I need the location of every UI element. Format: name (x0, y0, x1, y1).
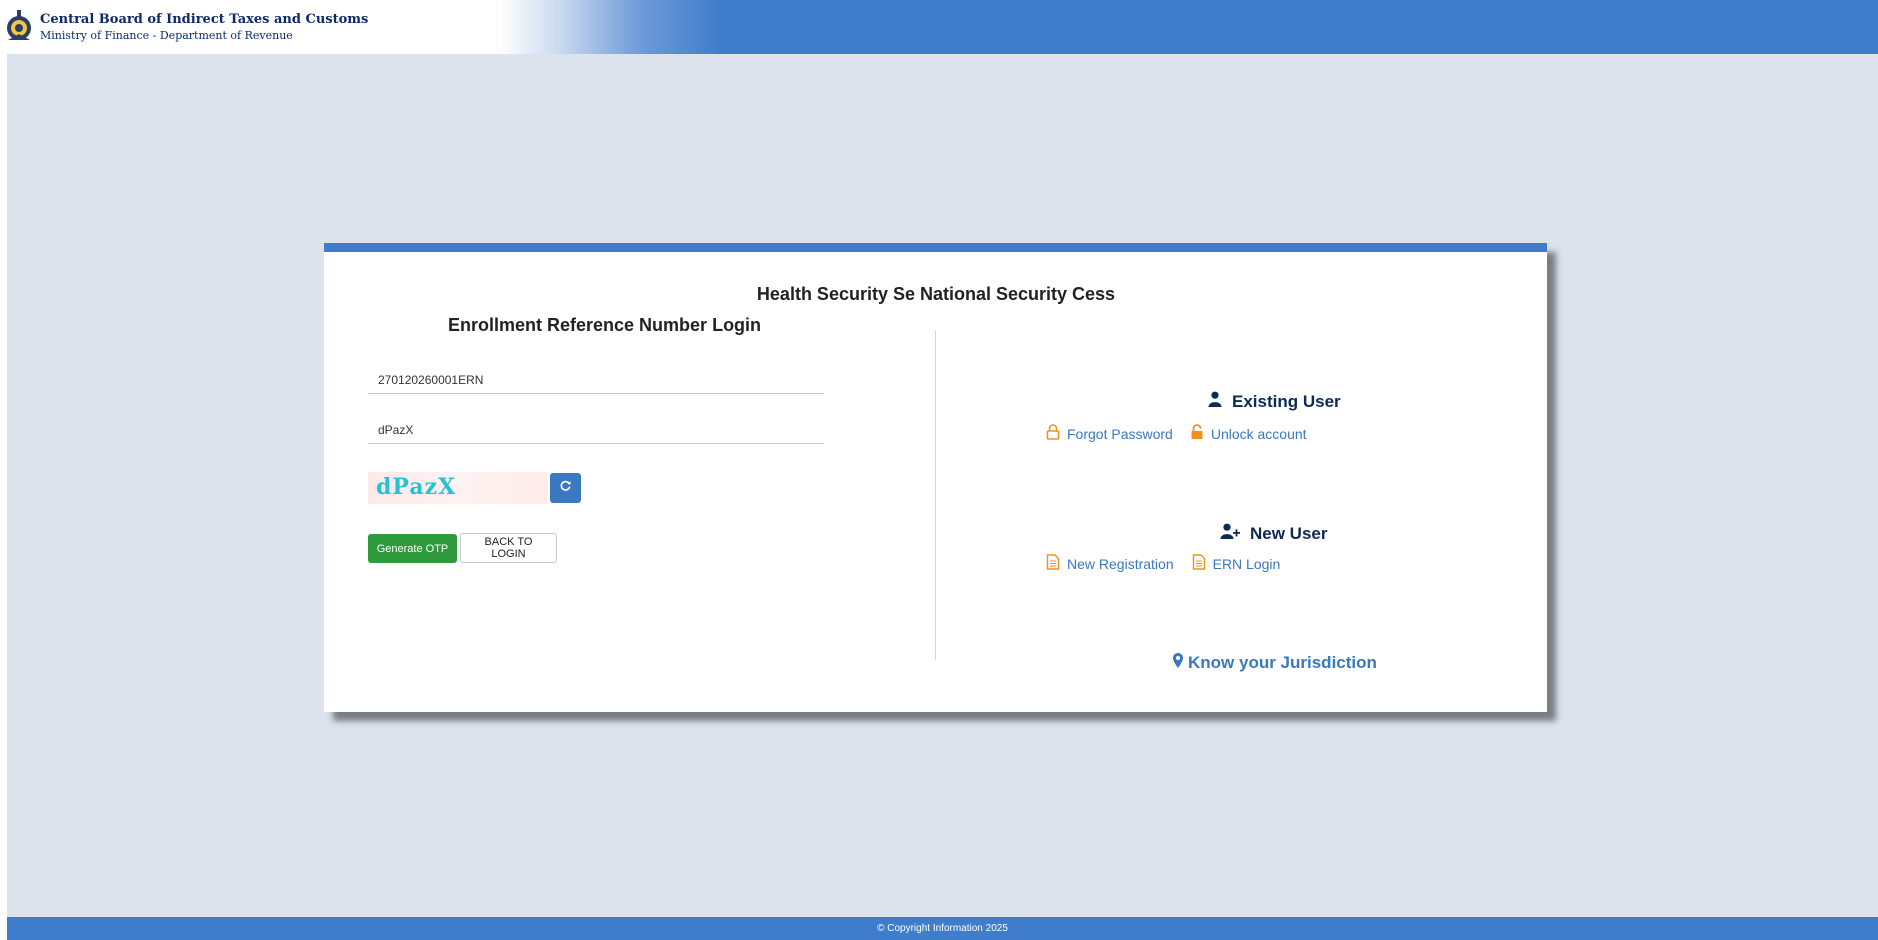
new-registration-label: New Registration (1067, 555, 1174, 572)
document-icon (1046, 554, 1060, 573)
org-subtitle: Ministry of Finance - Department of Reve… (40, 29, 293, 42)
generate-otp-button[interactable]: Generate OTP (368, 534, 457, 563)
forgot-password-label: Forgot Password (1067, 425, 1173, 442)
ern-login-link[interactable]: ERN Login (1192, 554, 1281, 573)
window-left-edge (0, 0, 7, 940)
existing-user-heading: Existing User (1208, 391, 1341, 412)
new-user-title: New User (1250, 523, 1328, 543)
ern-field (368, 369, 824, 394)
user-icon (1208, 391, 1222, 412)
captcha-input[interactable] (368, 419, 818, 441)
unlock-icon (1190, 424, 1204, 443)
know-your-jurisdiction-link[interactable]: Know your Jurisdiction (1173, 653, 1377, 673)
captcha-image: dPazX (368, 472, 548, 504)
ern-login-title: Enrollment Reference Number Login (448, 315, 762, 335)
ern-input[interactable] (368, 369, 818, 391)
new-registration-link[interactable]: New Registration (1046, 554, 1174, 573)
captcha-image-text: dPazX (376, 474, 457, 500)
jurisdiction-label: Know your Jurisdiction (1188, 653, 1377, 672)
unlock-account-link[interactable]: Unlock account (1190, 424, 1307, 443)
lock-icon (1046, 424, 1060, 443)
site-header: Central Board of Indirect Taxes and Cust… (0, 0, 1878, 54)
refresh-icon (559, 479, 572, 497)
document-icon (1192, 554, 1206, 573)
new-user-links: New Registration ERN Login (1046, 554, 1280, 573)
existing-user-title: Existing User (1232, 391, 1341, 411)
captcha-field (368, 419, 824, 444)
back-to-login-button[interactable]: BACK TO LOGIN (460, 533, 557, 563)
footer: © Copyright Information 2025 (7, 917, 1878, 940)
add-user-icon (1220, 523, 1240, 544)
org-name: Central Board of Indirect Taxes and Cust… (40, 12, 369, 27)
ern-login-label: ERN Login (1212, 555, 1281, 572)
card-divider (935, 330, 936, 660)
new-user-heading: New User (1220, 523, 1327, 544)
forgot-password-link[interactable]: Forgot Password (1046, 424, 1173, 443)
unlock-account-label: Unlock account (1210, 425, 1307, 442)
existing-user-links: Forgot Password Unlock account (1046, 424, 1307, 443)
copyright-text: © Copyright Information 2025 (877, 923, 1008, 934)
map-marker-icon (1173, 653, 1183, 673)
captcha-refresh-button[interactable] (550, 473, 581, 503)
page-title: Health Security Se National Security Ces… (756, 284, 1116, 304)
emblem-icon (5, 8, 33, 46)
